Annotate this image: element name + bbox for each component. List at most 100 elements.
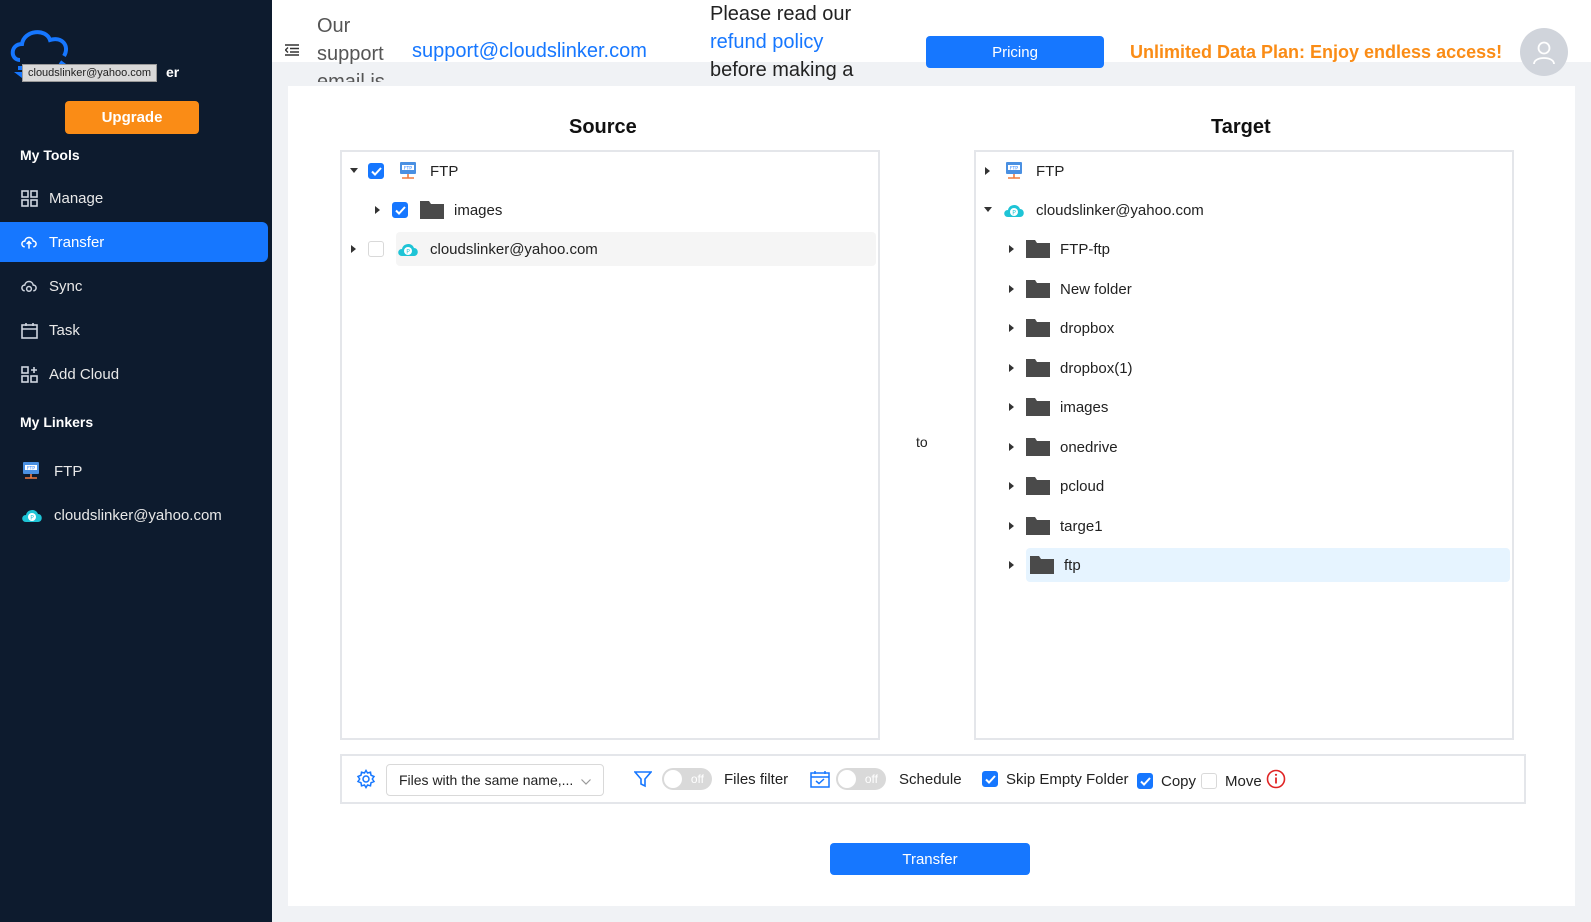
- node-label: ftp: [1064, 556, 1081, 574]
- promo-banner: Unlimited Data Plan: Enjoy endless acces…: [1130, 42, 1503, 62]
- user-icon: [1533, 41, 1555, 65]
- refund-notice: Please read our refund policy before mak…: [710, 0, 870, 82]
- node-label: FTP-ftp: [1060, 240, 1111, 258]
- target-title: Target: [1211, 116, 1271, 138]
- caret-down-icon[interactable]: [348, 168, 360, 174]
- settings-icon[interactable]: [356, 756, 376, 802]
- tree-node-pcloud[interactable]: P cloudslinker@yahoo.com: [348, 232, 876, 266]
- tree-node-folder[interactable]: pcloud: [1006, 469, 1508, 503]
- caret-right-icon[interactable]: [982, 167, 994, 175]
- files-filter-toggle[interactable]: off: [662, 756, 712, 802]
- ftp-icon: FTP: [1002, 161, 1026, 181]
- move-label: Move: [1225, 772, 1262, 790]
- tree-node-ftp[interactable]: FTP FTP: [348, 154, 874, 188]
- caret-right-icon[interactable]: [1006, 561, 1018, 569]
- tree-node-folder-selected[interactable]: ftp: [1006, 548, 1510, 582]
- folder-icon: [1026, 398, 1050, 416]
- node-label: cloudslinker@yahoo.com: [1036, 201, 1204, 219]
- folder-icon: [1026, 359, 1050, 377]
- caret-right-icon[interactable]: [1006, 443, 1018, 451]
- source-ftp-checkbox[interactable]: [368, 163, 384, 179]
- move-checkbox[interactable]: [1201, 773, 1217, 789]
- to-label: to: [916, 434, 928, 450]
- schedule-switch[interactable]: off: [836, 768, 886, 790]
- header: Our support email is support@cloudslinke…: [272, 0, 1591, 82]
- conflict-handling-select[interactable]: Files with the same name,...: [386, 764, 604, 796]
- caret-right-icon[interactable]: [1006, 522, 1018, 530]
- conflict-handling-value: Files with the same name,...: [399, 772, 574, 788]
- schedule-toggle[interactable]: off: [836, 756, 886, 802]
- nav-task-label: Task: [49, 321, 80, 339]
- source-images-checkbox[interactable]: [392, 202, 408, 218]
- node-label: onedrive: [1060, 438, 1118, 456]
- nav-add-cloud[interactable]: Add Cloud: [0, 354, 268, 394]
- node-label: FTP: [1036, 162, 1065, 180]
- caret-right-icon[interactable]: [1006, 285, 1018, 293]
- caret-down-icon[interactable]: [982, 207, 994, 213]
- svg-text:P: P: [406, 248, 410, 255]
- node-label: pcloud: [1060, 477, 1105, 495]
- ftp-icon: FTP: [396, 161, 420, 181]
- skip-empty-folder-option[interactable]: Skip Empty Folder: [982, 756, 1129, 802]
- pricing-button[interactable]: Pricing: [926, 36, 1104, 68]
- nav-manage[interactable]: Manage: [0, 178, 268, 218]
- logo[interactable]: er cloudslinker@yahoo.com: [8, 22, 179, 82]
- row-selected-highlight: ftp: [1026, 548, 1510, 582]
- node-label: images: [1060, 398, 1109, 416]
- caret-right-icon[interactable]: [1006, 245, 1018, 253]
- upgrade-button[interactable]: Upgrade: [65, 101, 199, 134]
- support-email-link[interactable]: support@cloudslinker.com: [412, 40, 647, 63]
- move-option[interactable]: Move: [1201, 758, 1262, 804]
- transfer-button[interactable]: Transfer: [830, 843, 1030, 875]
- files-filter-label: Files filter: [724, 770, 789, 788]
- tree-node-folder[interactable]: dropbox(1): [1006, 351, 1508, 385]
- folder-icon: [420, 201, 444, 219]
- node-label: images: [454, 201, 503, 219]
- svg-text:FTP: FTP: [404, 165, 412, 171]
- folder-icon: [1026, 517, 1050, 535]
- linker-ftp[interactable]: FTP FTP: [20, 459, 82, 483]
- node-label: dropbox: [1060, 319, 1115, 337]
- node-label: FTP: [430, 162, 459, 180]
- caret-right-icon[interactable]: [348, 245, 360, 253]
- copy-option[interactable]: Copy: [1137, 758, 1196, 804]
- tree-node-pcloud[interactable]: P cloudslinker@yahoo.com: [982, 193, 1508, 227]
- nav-transfer-label: Transfer: [49, 233, 105, 251]
- filter-icon: [634, 756, 652, 802]
- source-pcloud-checkbox[interactable]: [368, 241, 384, 257]
- folder-icon: [1026, 438, 1050, 456]
- svg-text:P: P: [1012, 209, 1016, 216]
- nav-add-cloud-label: Add Cloud: [49, 365, 120, 383]
- caret-right-icon[interactable]: [1006, 403, 1018, 411]
- svg-text:FTP: FTP: [1010, 165, 1018, 171]
- tree-node-folder[interactable]: New folder: [1006, 272, 1508, 306]
- svg-text:P: P: [30, 514, 34, 521]
- refund-policy-link[interactable]: refund policy: [710, 28, 870, 56]
- avatar[interactable]: [1520, 28, 1568, 76]
- files-filter-switch[interactable]: off: [662, 768, 712, 790]
- nav-transfer[interactable]: Transfer: [0, 222, 268, 262]
- pcloud-icon: P: [396, 240, 420, 258]
- tree-node-folder[interactable]: onedrive: [1006, 430, 1508, 464]
- tree-node-ftp[interactable]: FTP FTP: [982, 154, 1508, 188]
- copy-checkbox[interactable]: [1137, 773, 1153, 789]
- transfer-card: Source Target FTP FTP images P cloudslin…: [288, 86, 1575, 906]
- linker-pcloud-label: cloudslinker@yahoo.com: [54, 506, 222, 524]
- skip-empty-folder-checkbox[interactable]: [982, 771, 998, 787]
- folder-icon: [1030, 556, 1054, 574]
- menu-collapse-icon[interactable]: [284, 43, 299, 61]
- tree-node-folder[interactable]: dropbox: [1006, 311, 1508, 345]
- nav-sync-label: Sync: [49, 277, 83, 295]
- linker-pcloud[interactable]: P cloudslinker@yahoo.com: [20, 503, 222, 527]
- info-icon[interactable]: [1266, 756, 1286, 802]
- tree-node-folder[interactable]: images: [1006, 390, 1508, 424]
- caret-right-icon[interactable]: [1006, 324, 1018, 332]
- nav-task[interactable]: Task: [0, 310, 268, 350]
- caret-right-icon[interactable]: [372, 206, 384, 214]
- tree-node-folder[interactable]: FTP-ftp: [1006, 232, 1508, 266]
- nav-sync[interactable]: Sync: [0, 266, 268, 306]
- tree-node-folder[interactable]: targe1: [1006, 509, 1508, 543]
- caret-right-icon[interactable]: [1006, 482, 1018, 490]
- tree-node-images[interactable]: images: [372, 193, 874, 227]
- caret-right-icon[interactable]: [1006, 364, 1018, 372]
